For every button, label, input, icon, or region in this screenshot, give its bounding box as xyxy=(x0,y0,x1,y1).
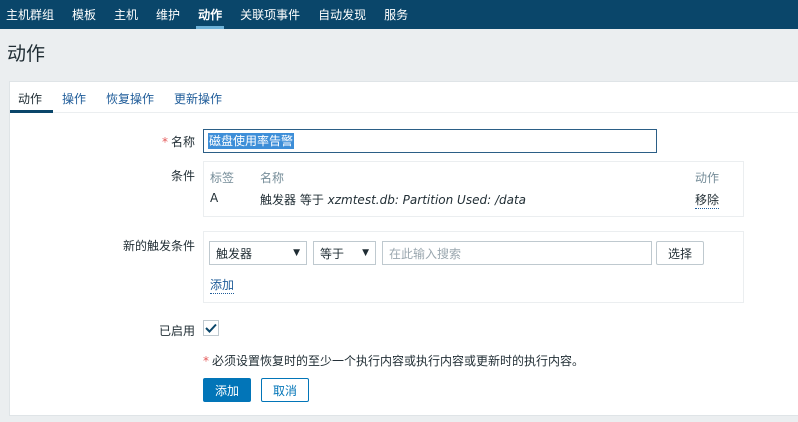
conditions-header-action: 动作 xyxy=(695,171,720,185)
active-tab-indicator xyxy=(10,110,53,113)
condition-select-button[interactable]: 选择 xyxy=(656,241,704,265)
action-form-panel: 动作 操作 恢复操作 更新操作 * 名称 磁盘使用率告警 条件 标签 名称 动作 … xyxy=(9,81,798,416)
condition-type-select[interactable]: 触发器 ▼ xyxy=(209,241,307,265)
chevron-down-icon: ▼ xyxy=(293,248,300,258)
name-label-text: 名称 xyxy=(170,135,195,149)
condition-search-input[interactable]: 在此输入搜索 xyxy=(382,241,652,265)
nav-item-event-correlation[interactable]: 关联项事件 xyxy=(231,0,309,29)
checkmark-icon xyxy=(205,323,217,333)
new-condition-label: 新的触发条件 xyxy=(122,239,195,253)
nav-item-maintenance[interactable]: 维护 xyxy=(147,0,189,29)
condition-remove-link[interactable]: 移除 xyxy=(695,191,720,209)
nav-item-discovery[interactable]: 自动发现 xyxy=(309,0,375,29)
new-condition-box: 触发器 ▼ 等于 ▼ 在此输入搜索 选择 添加 xyxy=(203,231,744,303)
required-mark: * xyxy=(161,135,168,149)
chevron-down-icon: ▼ xyxy=(362,248,369,258)
add-condition-link[interactable]: 添加 xyxy=(210,276,235,294)
cancel-button[interactable]: 取消 xyxy=(261,378,309,402)
add-button[interactable]: 添加 xyxy=(203,378,251,402)
name-input-value: 磁盘使用率告警 xyxy=(208,133,295,149)
condition-row-tag: A xyxy=(210,191,219,205)
name-label: * 名称 xyxy=(120,133,195,150)
tab-recovery-operations[interactable]: 恢复操作 xyxy=(106,90,154,107)
top-navigation: 主机群组 模板 主机 维护 动作 关联项事件 自动发现 服务 xyxy=(0,0,798,29)
form-tabs: 动作 操作 恢复操作 更新操作 xyxy=(10,82,798,113)
tab-update-operations[interactable]: 更新操作 xyxy=(174,90,222,107)
page-header: 动作 xyxy=(0,29,798,72)
enabled-label: 已启用 xyxy=(158,324,195,338)
nav-item-templates[interactable]: 模板 xyxy=(63,0,105,29)
page-title: 动作 xyxy=(7,43,46,65)
condition-type-value: 触发器 xyxy=(216,246,253,261)
nav-item-actions[interactable]: 动作 xyxy=(189,0,231,29)
tab-action[interactable]: 动作 xyxy=(18,90,42,107)
name-input[interactable]: 磁盘使用率告警 xyxy=(203,129,657,153)
required-note: * 必须设置恢复时的至少一个执行内容或执行内容或更新时的执行内容。 xyxy=(203,352,584,369)
condition-row-detail: xzmtest.db: Partition Used: /data xyxy=(327,193,527,207)
condition-operator-value: 等于 xyxy=(320,246,345,261)
nav-item-services[interactable]: 服务 xyxy=(375,0,417,29)
enabled-checkbox[interactable] xyxy=(203,320,219,336)
condition-operator-select[interactable]: 等于 ▼ xyxy=(313,241,376,265)
conditions-label: 条件 xyxy=(170,169,195,183)
tab-operations[interactable]: 操作 xyxy=(62,90,86,107)
condition-row-name: 触发器 等于 xzmtest.db: Partition Used: /data xyxy=(260,191,526,208)
conditions-header-name: 名称 xyxy=(260,171,285,185)
required-mark: * xyxy=(203,354,209,368)
nav-item-host-groups[interactable]: 主机群组 xyxy=(0,0,63,29)
condition-row-prefix: 触发器 等于 xyxy=(260,193,328,207)
conditions-table: 标签 名称 动作 A 触发器 等于 xzmtest.db: Partition … xyxy=(203,161,744,217)
required-note-text: 必须设置恢复时的至少一个执行内容或执行内容或更新时的执行内容。 xyxy=(212,354,585,368)
conditions-header-tag: 标签 xyxy=(210,171,235,185)
nav-item-hosts[interactable]: 主机 xyxy=(105,0,147,29)
